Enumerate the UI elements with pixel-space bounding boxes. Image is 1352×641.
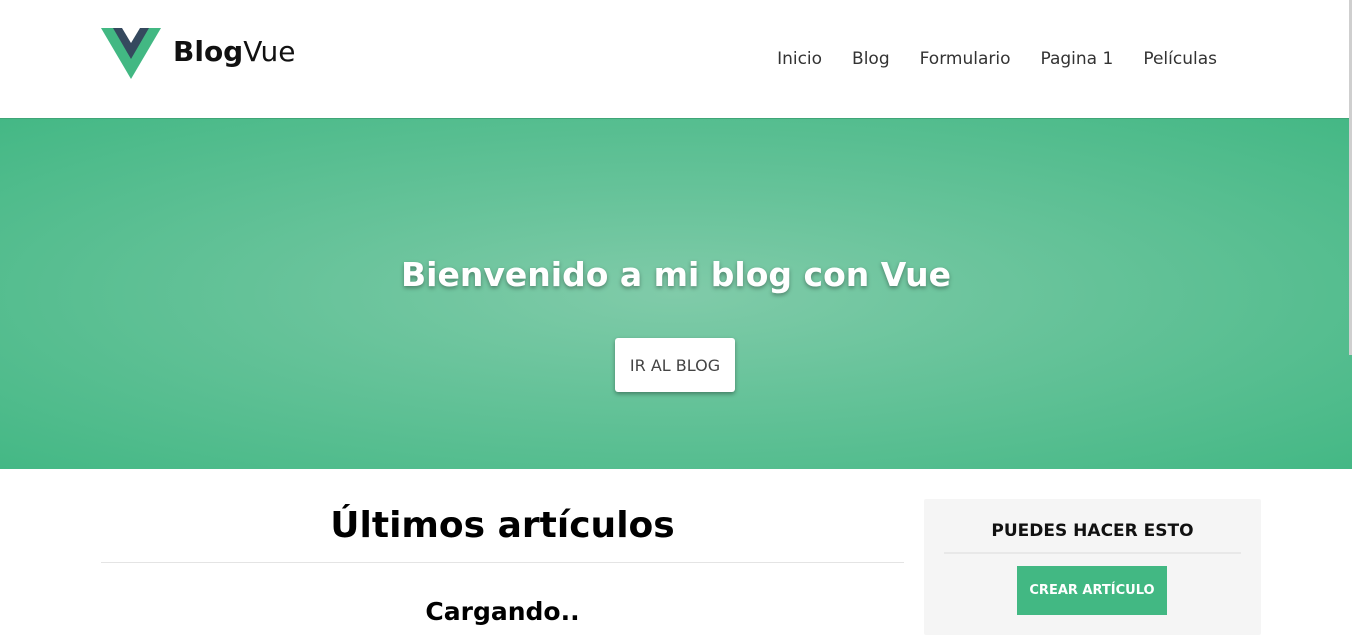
nav-link-inicio[interactable]: Inicio [777, 48, 822, 70]
section-divider [101, 562, 904, 563]
sidebar: PUEDES HACER ESTO CREAR ARTÍCULO [924, 499, 1261, 635]
vue-logo-icon [101, 28, 161, 79]
hero-banner: Bienvenido a mi blog con Vue IR AL BLOG [0, 118, 1352, 469]
logo[interactable]: BlogVue [101, 28, 295, 79]
nav-link-pagina-1[interactable]: Pagina 1 [1040, 48, 1113, 70]
latest-articles-title: Últimos artículos [330, 505, 675, 546]
sidebar-divider [944, 552, 1241, 554]
main-nav: Inicio Blog Formulario Pagina 1 Película… [777, 48, 1217, 70]
sidebar-title: PUEDES HACER ESTO [991, 521, 1194, 541]
brand-light: Vue [243, 34, 296, 68]
brand-bold: Blog [173, 34, 244, 68]
loading-text: Cargando.. [425, 597, 580, 626]
go-to-blog-button[interactable]: IR AL BLOG [615, 338, 735, 392]
nav-link-blog[interactable]: Blog [852, 48, 890, 70]
site-header: BlogVue Inicio Blog Formulario Pagina 1 … [0, 0, 1352, 118]
brand-name: BlogVue [173, 34, 296, 68]
create-article-button[interactable]: CREAR ARTÍCULO [1017, 566, 1167, 615]
nav-link-formulario[interactable]: Formulario [920, 48, 1011, 70]
nav-link-peliculas[interactable]: Películas [1143, 48, 1217, 70]
hero-title: Bienvenido a mi blog con Vue [401, 255, 951, 294]
